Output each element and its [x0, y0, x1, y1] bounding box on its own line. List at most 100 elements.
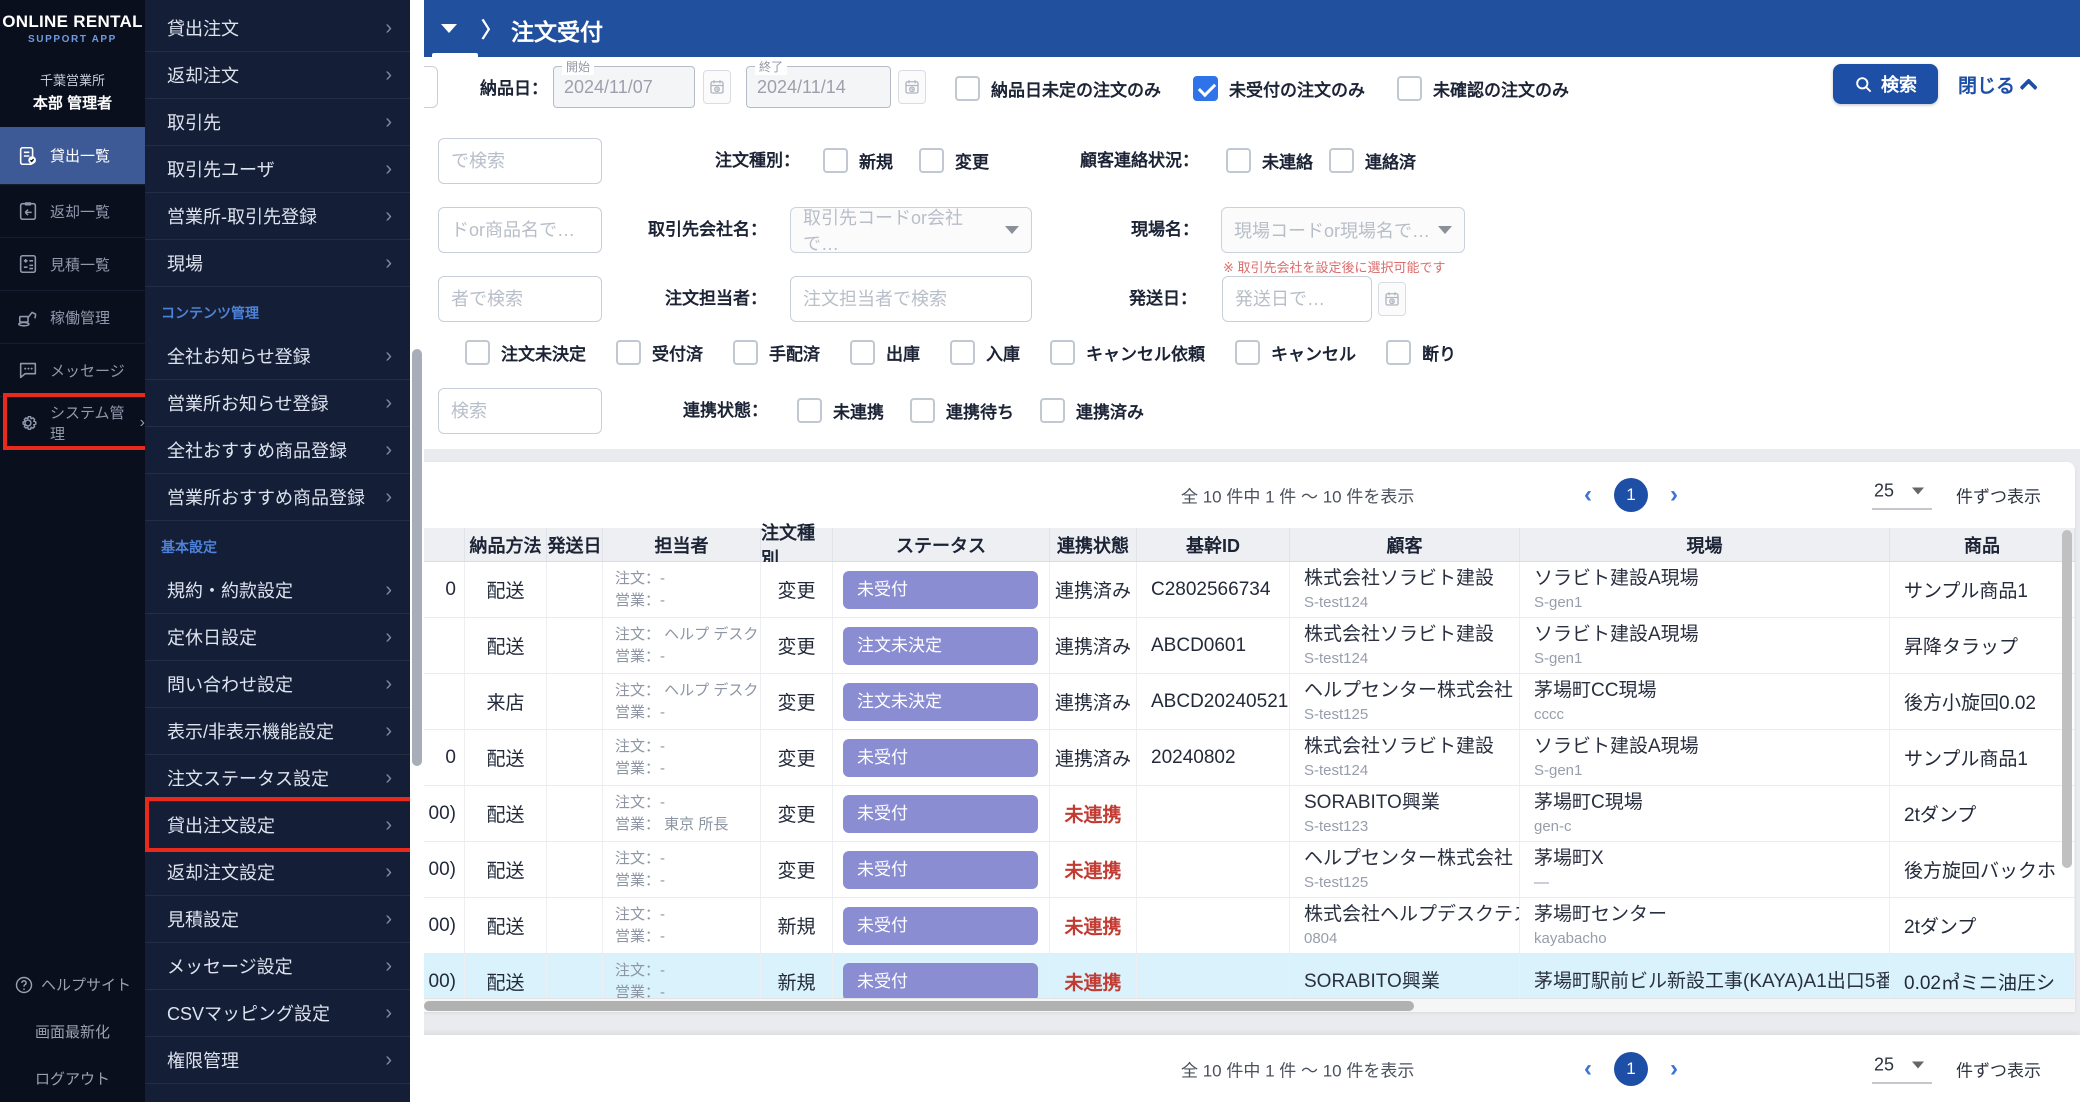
table-row[interactable]: 0 配送 注文：- 営業：- 変更 未受付: [410, 562, 2075, 618]
sidebar-footer-item[interactable]: ログアウト: [0, 1055, 145, 1102]
submenu-scrollbar-thumb[interactable]: [412, 349, 422, 766]
submenu-item[interactable]: CSVマッピング設定 ›: [145, 990, 410, 1037]
checkbox-box[interactable]: [919, 148, 944, 173]
end-calendar-icon[interactable]: [898, 70, 926, 104]
next-page-icon[interactable]: ›: [1670, 483, 1678, 507]
submenu-item[interactable]: 定休日設定 ›: [145, 614, 410, 661]
filter-checkbox[interactable]: 納品日未定の注文のみ: [955, 76, 1161, 101]
site-name-select[interactable]: 現場コードor現場名で…: [1221, 207, 1465, 253]
submenu-item[interactable]: 全社おすすめ商品登録 ›: [145, 427, 410, 474]
filter-checkbox[interactable]: 受付済: [616, 340, 703, 365]
filter-checkbox[interactable]: 未受付の注文のみ: [1193, 76, 1365, 101]
checkbox-box[interactable]: [823, 148, 848, 173]
submenu-item[interactable]: 規約・約款設定 ›: [145, 567, 410, 614]
sidebar-item[interactable]: 稼働管理: [0, 290, 145, 343]
checkbox-box[interactable]: [616, 340, 641, 365]
filter-checkbox[interactable]: 連携待ち: [910, 398, 1014, 423]
next-page-icon[interactable]: ›: [1670, 1056, 1678, 1081]
table-row[interactable]: 配送 注文： ヘルプ デスク 営業：- 変更 注文未決定 連携済み ABCD06…: [410, 618, 2075, 674]
table-row[interactable]: 00) 配送 注文：- 営業：- 新規 未受付: [410, 898, 2075, 954]
filter-checkbox[interactable]: 入庫: [950, 340, 1020, 365]
submenu-item[interactable]: 取引先ユーザ ›: [145, 146, 410, 193]
checkbox-box[interactable]: [950, 340, 975, 365]
delivery-start-date-field[interactable]: 開始 2024/11/07: [553, 58, 695, 108]
table-row[interactable]: 00) 配送 注文：- 営業：- 新規 未受付: [410, 954, 2075, 998]
search-button[interactable]: 検索: [1833, 64, 1938, 104]
submenu-item[interactable]: 基本設定 ›: [145, 527, 410, 567]
vertical-scrollbar[interactable]: [2061, 530, 2073, 996]
current-page-button[interactable]: 1: [1614, 1051, 1648, 1086]
left-search-input-2[interactable]: [438, 138, 602, 184]
filter-checkbox[interactable]: 手配済: [733, 340, 820, 365]
table-row[interactable]: 来店 注文： ヘルプ デスク 営業：- 変更 注文未決定 連携済み ABCD20…: [410, 674, 2075, 730]
table-row[interactable]: 00) 配送 注文：- 営業： 東京 所長 変更 未受付 未連携 SORABIT…: [410, 786, 2075, 842]
filter-checkbox[interactable]: 連絡済: [1329, 148, 1416, 173]
checkbox-box[interactable]: [1386, 340, 1411, 365]
sidebar-item[interactable]: メッセージ: [0, 343, 145, 396]
filter-checkbox[interactable]: 新規: [823, 148, 893, 173]
start-calendar-icon[interactable]: [703, 70, 731, 104]
submenu-item[interactable]: 返却注文設定 ›: [145, 849, 410, 896]
submenu-item[interactable]: 営業所お知らせ登録 ›: [145, 380, 410, 427]
checkbox-box[interactable]: [1193, 76, 1218, 101]
checkbox-box[interactable]: [955, 76, 980, 101]
submenu-item[interactable]: コンテンツ管理 ›: [145, 293, 410, 333]
filter-checkbox[interactable]: 変更: [919, 148, 989, 173]
horizontal-scrollbar-thumb[interactable]: [424, 1001, 1414, 1011]
prev-page-icon[interactable]: ‹: [1584, 483, 1592, 507]
checkbox-box[interactable]: [1040, 398, 1065, 423]
per-page-select[interactable]: 25: [1872, 1054, 1933, 1083]
filter-checkbox[interactable]: 未連絡: [1226, 148, 1313, 173]
submenu-item[interactable]: 返却注文 ›: [145, 52, 410, 99]
submenu-item[interactable]: 取引先 ›: [145, 99, 410, 146]
submenu-item[interactable]: 全社お知らせ登録 ›: [145, 333, 410, 380]
submenu-item[interactable]: 営業所-取引先登録 ›: [145, 193, 410, 240]
checkbox-box[interactable]: [465, 340, 490, 365]
checkbox-box[interactable]: [910, 398, 935, 423]
sidebar-item[interactable]: 見積一覧: [0, 237, 145, 290]
sidebar-item[interactable]: 貸出一覧: [0, 127, 145, 184]
submenu-item[interactable]: メッセージ設定 ›: [145, 943, 410, 990]
submenu-item[interactable]: 営業所おすすめ商品登録 ›: [145, 474, 410, 521]
tab-dropdown-caret-icon[interactable]: [441, 24, 457, 33]
per-page-select[interactable]: 25: [1872, 481, 1933, 510]
submenu-item[interactable]: 問い合わせ設定 ›: [145, 661, 410, 708]
table-row[interactable]: 00) 配送 注文：- 営業：- 変更 未受付 未連携 ヘルプセンター株式会社 …: [410, 842, 2075, 898]
submenu-item[interactable]: 現場 ›: [145, 240, 410, 287]
submenu-item[interactable]: 権限管理 ›: [145, 1037, 410, 1084]
checkbox-box[interactable]: [1050, 340, 1075, 365]
checkbox-box[interactable]: [1226, 148, 1251, 173]
submenu-item[interactable]: 注文ステータス設定 ›: [145, 755, 410, 802]
submenu-item[interactable]: 見積設定 ›: [145, 896, 410, 943]
submenu-item[interactable]: 表示/非表示機能設定 ›: [145, 708, 410, 755]
current-page-button[interactable]: 1: [1614, 478, 1648, 512]
filter-checkbox[interactable]: 未連携: [797, 398, 884, 423]
close-filters-link[interactable]: 閉じる: [1958, 64, 2038, 104]
filter-checkbox[interactable]: 断り: [1386, 340, 1456, 365]
left-search-input-6[interactable]: [438, 388, 602, 434]
sidebar-footer-item[interactable]: ヘルプサイト: [0, 961, 145, 1008]
table-row[interactable]: 0 配送 注文：- 営業：- 変更 未受付: [410, 730, 2075, 786]
client-company-select[interactable]: 取引先コードor会社で…: [790, 207, 1032, 254]
submenu-item[interactable]: 貸出注文設定 ›: [145, 797, 410, 852]
ship-calendar-icon[interactable]: [1378, 282, 1406, 316]
ship-date-input[interactable]: [1222, 276, 1372, 322]
filter-checkbox[interactable]: 出庫: [850, 340, 920, 365]
submenu-item[interactable]: 貸出注文 ›: [145, 5, 410, 52]
vertical-scrollbar-thumb[interactable]: [2062, 530, 2072, 868]
checkbox-box[interactable]: [1329, 148, 1354, 173]
checkbox-box[interactable]: [733, 340, 758, 365]
filter-checkbox[interactable]: キャンセル依頼: [1050, 340, 1205, 365]
checkbox-box[interactable]: [797, 398, 822, 423]
checkbox-box[interactable]: [1235, 340, 1260, 365]
sidebar-item[interactable]: システム管理 ›: [0, 393, 152, 450]
filter-checkbox[interactable]: 未確認の注文のみ: [1397, 76, 1569, 101]
delivery-end-date-field[interactable]: 終了 2024/11/14: [746, 58, 891, 108]
filter-checkbox[interactable]: 注文未決定: [465, 340, 586, 365]
filter-checkbox[interactable]: キャンセル: [1235, 340, 1356, 365]
checkbox-box[interactable]: [1397, 76, 1422, 101]
checkbox-box[interactable]: [850, 340, 875, 365]
filter-checkbox[interactable]: 連携済み: [1040, 398, 1144, 423]
prev-page-icon[interactable]: ‹: [1584, 1056, 1592, 1081]
order-staff-input[interactable]: [790, 276, 1032, 322]
